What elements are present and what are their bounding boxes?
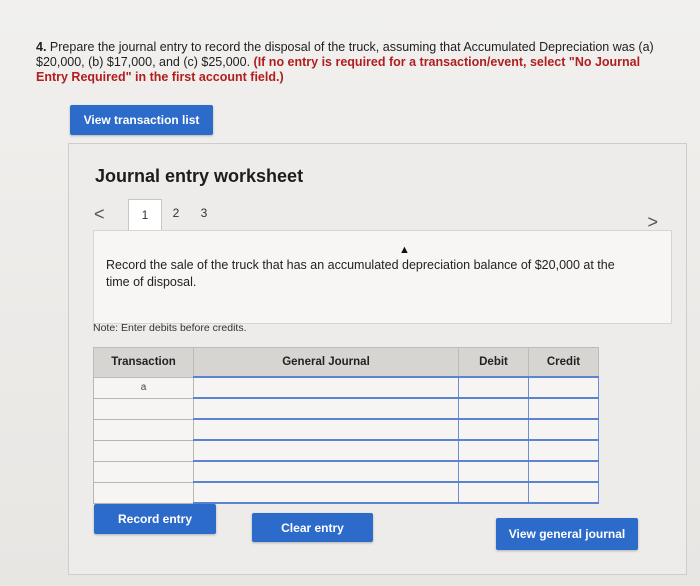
page: 4. Prepare the journal entry to record t… [0,0,700,586]
credit-input[interactable] [528,439,599,462]
table-row [93,418,599,441]
debit-input[interactable] [458,439,529,462]
credit-input[interactable] [528,397,599,420]
account-input[interactable] [193,460,459,483]
table-row [93,460,599,483]
credit-input[interactable] [528,418,599,441]
credit-input[interactable] [528,460,599,483]
table-row [93,481,599,504]
tab-3[interactable]: 3 [190,199,218,227]
header-general-journal: General Journal [193,347,459,378]
account-input[interactable] [193,439,459,462]
transaction-cell: a [93,376,194,399]
debit-input[interactable] [458,418,529,441]
prompt-box: Record the sale of the truck that has an… [93,230,672,324]
worksheet-title: Journal entry worksheet [95,166,304,186]
credit-input[interactable] [528,481,599,504]
account-input[interactable] [193,376,459,399]
view-transaction-list-button[interactable]: View transaction list [70,105,213,135]
prompt-text: Record the sale of the truck that has an… [106,258,615,289]
account-input[interactable] [193,397,459,420]
header-credit: Credit [528,347,599,378]
transaction-cell [93,481,194,504]
question-number: 4. [36,40,47,54]
header-transaction: Transaction [93,347,194,378]
header-debit: Debit [458,347,529,378]
prev-chevron-icon[interactable]: < [94,204,105,225]
debit-input[interactable] [458,397,529,420]
tab-2[interactable]: 2 [162,199,190,227]
debit-input[interactable] [458,460,529,483]
account-input[interactable] [193,418,459,441]
table-row: a [93,376,599,399]
credit-input[interactable] [528,376,599,399]
clear-entry-button[interactable]: Clear entry [252,513,373,542]
record-entry-button[interactable]: Record entry [94,504,216,534]
tab-1[interactable]: 1 [128,199,162,230]
account-input[interactable] [193,481,459,504]
table-row [93,439,599,462]
worksheet-tabs: 1 2 3 [128,199,218,230]
transaction-cell [93,397,194,420]
transaction-cell [93,460,194,483]
transaction-cell [93,418,194,441]
journal-table: Transaction General Journal Debit Credit… [93,347,599,504]
transaction-cell [93,439,194,462]
journal-table-wrapper: Transaction General Journal Debit Credit… [93,347,599,504]
question-text: 4. Prepare the journal entry to record t… [36,40,666,85]
mouse-cursor-icon: ▲ [399,244,410,256]
debit-input[interactable] [458,481,529,504]
note-text: Note: Enter debits before credits. [93,322,247,334]
debit-input[interactable] [458,376,529,399]
table-row [93,397,599,420]
view-general-journal-button[interactable]: View general journal [496,518,638,550]
